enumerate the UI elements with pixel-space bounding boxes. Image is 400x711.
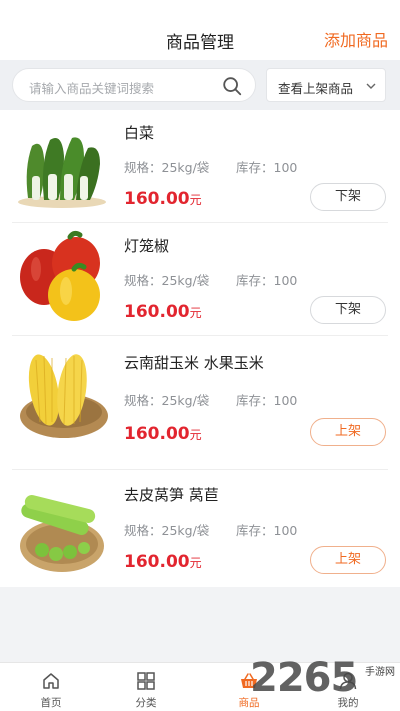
tab-category-label: 分类 xyxy=(135,697,157,709)
bok-choy-image xyxy=(14,118,110,214)
list-item: 灯笼椒 规格：25kg/袋 库存：100 160.00元 下架 xyxy=(0,223,400,336)
product-price: 160.00元 xyxy=(124,189,202,209)
list-item: 云南甜玉米 水果玉米 规格：25kg/袋 库存：100 160.00元 上架 xyxy=(0,336,400,470)
search-input[interactable]: 请输入商品关键词搜索 xyxy=(12,68,256,102)
top-bar: 商品管理 添加商品 xyxy=(0,0,400,60)
list-item: 去皮莴笋 莴苣 规格：25kg/袋 库存：100 160.00元 上架 xyxy=(0,470,400,587)
basket-icon xyxy=(241,673,257,688)
product-stock: 库存：100 xyxy=(236,273,298,288)
lettuce-stem-image xyxy=(14,482,110,578)
listing-status-select[interactable]: 查看上架商品 xyxy=(266,68,386,102)
tab-home[interactable]: 首页 xyxy=(16,663,86,711)
listing-status-value: 查看上架商品 xyxy=(278,81,354,96)
product-name: 去皮莴笋 莴苣 xyxy=(124,486,219,504)
user-icon xyxy=(339,672,357,690)
corn-image xyxy=(14,346,110,442)
product-stock: 库存：100 xyxy=(236,523,298,538)
tab-products-label: 商品 xyxy=(238,697,260,709)
unlist-button[interactable]: 下架 xyxy=(310,296,386,324)
list-button[interactable]: 上架 xyxy=(310,546,386,574)
product-stock: 库存：100 xyxy=(236,160,298,175)
grid-icon xyxy=(137,672,155,690)
product-price: 160.00元 xyxy=(124,424,202,444)
add-product-button[interactable]: 添加商品 xyxy=(324,27,388,51)
home-icon xyxy=(43,673,59,689)
product-stock: 库存：100 xyxy=(236,393,298,408)
tab-mine-label: 我的 xyxy=(337,697,359,709)
tab-products[interactable]: 商品 xyxy=(214,663,284,711)
product-name: 灯笼椒 xyxy=(124,237,170,255)
product-spec: 规格：25kg/袋 xyxy=(124,393,210,408)
product-spec: 规格：25kg/袋 xyxy=(124,523,210,538)
chevron-down-icon xyxy=(366,83,376,89)
unlist-button[interactable]: 下架 xyxy=(310,183,386,211)
list-item: 白菜 规格：25kg/袋 库存：100 160.00元 下架 xyxy=(0,110,400,223)
product-list: 白菜 规格：25kg/袋 库存：100 160.00元 下架 灯笼椒 规格：25… xyxy=(0,110,400,587)
product-name: 云南甜玉米 水果玉米 xyxy=(124,354,264,372)
tab-home-label: 首页 xyxy=(40,697,62,709)
product-spec: 规格：25kg/袋 xyxy=(124,273,210,288)
tab-category[interactable]: 分类 xyxy=(111,663,181,711)
bell-pepper-image xyxy=(14,229,110,325)
product-price: 160.00元 xyxy=(124,302,202,322)
product-spec: 规格：25kg/袋 xyxy=(124,160,210,175)
list-button[interactable]: 上架 xyxy=(310,418,386,446)
search-icon[interactable] xyxy=(221,75,243,97)
product-name: 白菜 xyxy=(124,124,155,142)
product-price: 160.00元 xyxy=(124,552,202,572)
search-placeholder: 请输入商品关键词搜索 xyxy=(29,81,155,96)
tab-mine[interactable]: 我的 xyxy=(313,663,383,711)
search-bar: 请输入商品关键词搜索 查看上架商品 xyxy=(0,60,400,110)
bottom-tab-bar: 首页 分类 商品 我的 xyxy=(0,662,400,711)
